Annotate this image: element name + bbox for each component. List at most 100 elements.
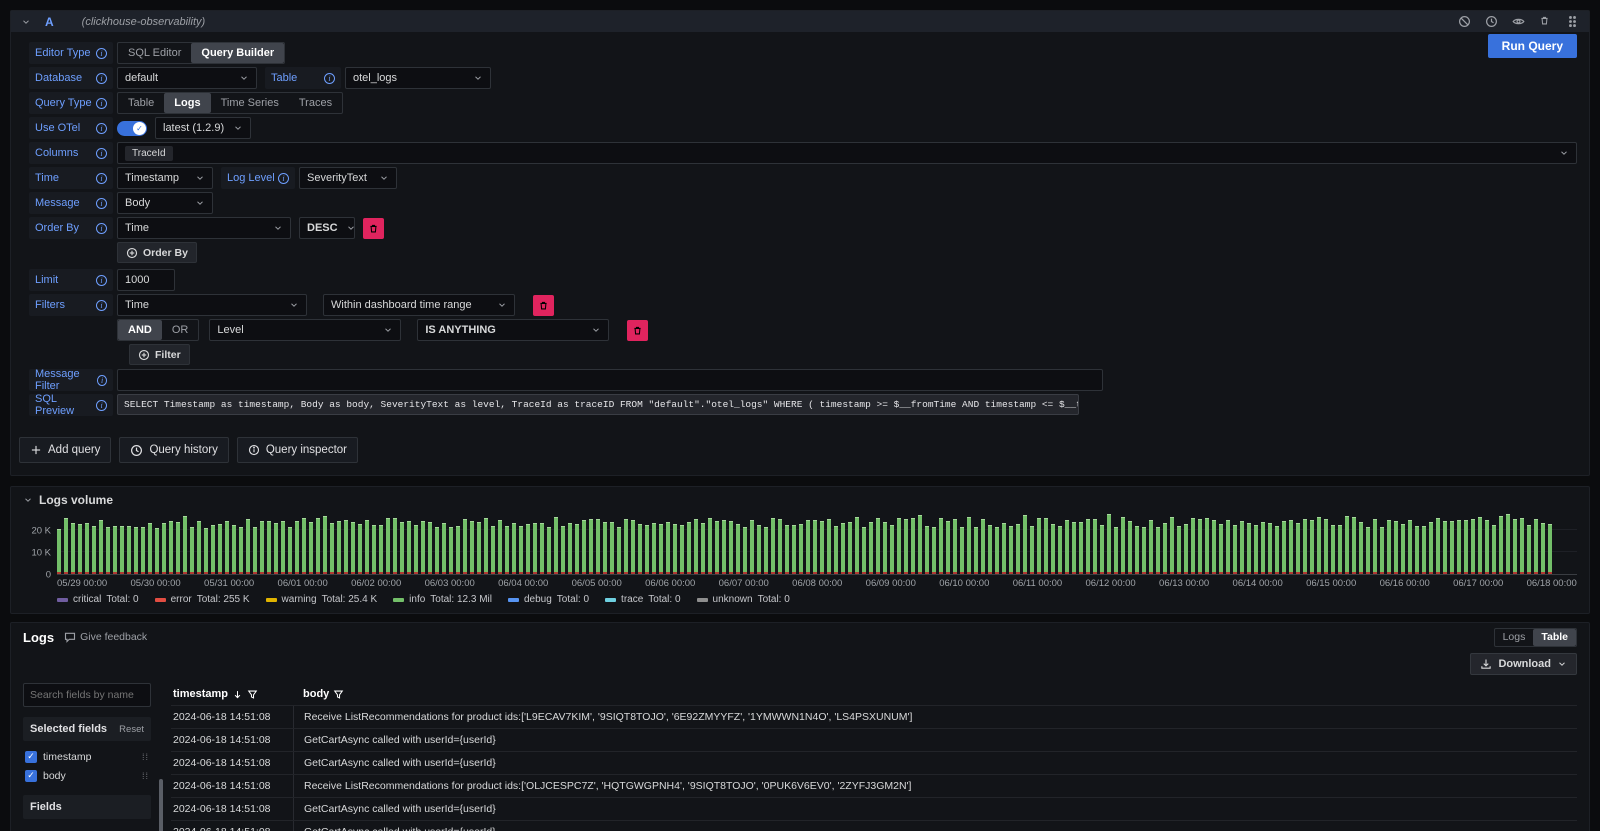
- run-query-button[interactable]: Run Query: [1488, 34, 1577, 58]
- search-fields-input[interactable]: [23, 683, 151, 707]
- selected-field-timestamp[interactable]: ✓ timestamp ⁞⁞: [23, 747, 151, 766]
- legend-item-trace[interactable]: traceTotal: 0: [605, 594, 680, 605]
- table-row[interactable]: 2024-06-18 14:51:08GetCartAsync called w…: [171, 797, 1577, 820]
- message-filter-input[interactable]: [117, 369, 1103, 391]
- info-icon[interactable]: i: [96, 173, 107, 184]
- table-row[interactable]: 2024-06-18 14:51:08GetCartAsync called w…: [171, 751, 1577, 774]
- drag-grip-icon[interactable]: ⁞⁞: [142, 771, 149, 781]
- info-icon[interactable]: i: [96, 400, 107, 411]
- field-level[interactable]: level 100%: [23, 827, 151, 831]
- checkbox-checked[interactable]: ✓: [25, 770, 37, 782]
- info-icon[interactable]: i: [96, 275, 107, 286]
- chevron-down-icon: [1557, 659, 1567, 669]
- editor-type-sql-editor[interactable]: SQL Editor: [118, 43, 191, 63]
- filter-condition-select[interactable]: Within dashboard time range: [323, 294, 515, 316]
- body-column-header[interactable]: body: [293, 688, 1577, 700]
- legend-item-error[interactable]: errorTotal: 255 K: [155, 594, 250, 605]
- order-by-field-select[interactable]: Time: [117, 217, 291, 239]
- query-type-time-series[interactable]: Time Series: [211, 93, 289, 113]
- message-column-select[interactable]: Body: [117, 192, 213, 214]
- collapse-chevron-icon[interactable]: [21, 17, 31, 27]
- otel-version-select[interactable]: latest (1.2.9): [155, 117, 251, 139]
- info-icon[interactable]: i: [96, 148, 107, 159]
- disable-query-icon[interactable]: [1458, 15, 1471, 28]
- add-query-button[interactable]: Add query: [19, 437, 111, 463]
- filter-field-select[interactable]: Time: [117, 294, 307, 316]
- sql-preview-text[interactable]: SELECT Timestamp as timestamp, Body as b…: [117, 394, 1079, 415]
- info-icon[interactable]: i: [96, 198, 107, 209]
- remove-level-filter-button[interactable]: [627, 320, 648, 341]
- info-icon[interactable]: i: [96, 73, 107, 84]
- info-icon[interactable]: i: [96, 123, 107, 134]
- columns-multiselect[interactable]: TraceId: [117, 142, 1577, 164]
- column-chip-traceid[interactable]: TraceId: [125, 146, 173, 161]
- query-history-button[interactable]: Query history: [119, 437, 228, 463]
- filter-funnel-icon[interactable]: [333, 689, 344, 700]
- give-feedback-link[interactable]: Give feedback: [64, 631, 147, 643]
- limit-input[interactable]: [117, 269, 175, 291]
- remove-order-by-button[interactable]: [363, 218, 384, 239]
- info-icon[interactable]: i: [96, 223, 107, 234]
- checkbox-checked[interactable]: ✓: [25, 751, 37, 763]
- drag-handle-icon[interactable]: [1566, 15, 1579, 28]
- legend-item-unknown[interactable]: unknownTotal: 0: [697, 594, 790, 605]
- query-row-header[interactable]: A (clickhouse-observability): [11, 11, 1589, 32]
- timestamp-column-header[interactable]: timestamp: [171, 688, 293, 700]
- info-icon[interactable]: i: [96, 98, 107, 109]
- view-table-option[interactable]: Table: [1533, 629, 1576, 646]
- filter-operator-select[interactable]: IS ANYTHING: [417, 319, 609, 341]
- info-icon[interactable]: i: [324, 73, 335, 84]
- database-select[interactable]: default: [117, 67, 257, 89]
- sort-desc-icon[interactable]: [232, 689, 243, 700]
- selected-field-body[interactable]: ✓ body ⁞⁞: [23, 766, 151, 785]
- history-clock-icon: [130, 444, 143, 457]
- table-row[interactable]: 2024-06-18 14:51:08GetCartAsync called w…: [171, 728, 1577, 751]
- query-type-table[interactable]: Table: [118, 93, 164, 113]
- table-select[interactable]: otel_logs: [345, 67, 491, 89]
- x-tick-label: 06/05 00:00: [572, 578, 622, 589]
- filter-level-select[interactable]: Level: [209, 319, 401, 341]
- log-level-select[interactable]: SeverityText: [299, 167, 397, 189]
- query-type-logs[interactable]: Logs: [164, 93, 210, 113]
- use-otel-toggle[interactable]: ✓: [117, 121, 147, 136]
- volume-bar: [1142, 527, 1146, 574]
- query-history-icon[interactable]: [1485, 15, 1498, 28]
- view-logs-option[interactable]: Logs: [1495, 629, 1534, 646]
- query-type-traces[interactable]: Traces: [289, 93, 342, 113]
- remove-query-icon[interactable]: [1539, 15, 1552, 28]
- table-row[interactable]: 2024-06-18 14:51:08Receive ListRecommend…: [171, 774, 1577, 797]
- hide-response-icon[interactable]: [1512, 15, 1525, 28]
- reset-button[interactable]: Reset: [119, 724, 144, 735]
- info-icon[interactable]: i: [278, 173, 289, 184]
- legend-item-debug[interactable]: debugTotal: 0: [508, 594, 589, 605]
- volume-bar: [1170, 517, 1174, 574]
- info-icon[interactable]: i: [96, 48, 107, 59]
- volume-bar: [246, 519, 250, 574]
- drag-grip-icon[interactable]: ⁞⁞: [142, 752, 149, 762]
- info-icon[interactable]: i: [97, 375, 107, 386]
- logs-volume-header[interactable]: Logs volume: [23, 493, 1577, 507]
- add-order-by-button[interactable]: Order By: [117, 242, 197, 263]
- table-row[interactable]: 2024-06-18 14:51:08Receive ListRecommend…: [171, 705, 1577, 728]
- volume-bar: [652, 523, 656, 574]
- legend-item-info[interactable]: infoTotal: 12.3 Mil: [393, 594, 492, 605]
- remove-filter-button[interactable]: [533, 295, 554, 316]
- volume-bar: [645, 525, 649, 574]
- time-column-select[interactable]: Timestamp: [117, 167, 213, 189]
- collapse-chevron-icon[interactable]: [23, 495, 33, 505]
- table-row[interactable]: 2024-06-18 14:51:08GetCartAsync called w…: [171, 820, 1577, 831]
- download-button[interactable]: Download: [1470, 653, 1577, 675]
- info-icon[interactable]: i: [96, 300, 107, 311]
- query-inspector-button[interactable]: Query inspector: [237, 437, 358, 463]
- sidebar-scrollbar[interactable]: [159, 683, 163, 831]
- and-option[interactable]: AND: [118, 320, 162, 340]
- or-option[interactable]: OR: [162, 320, 199, 340]
- legend-item-warning[interactable]: warningTotal: 25.4 K: [266, 594, 378, 605]
- legend-item-critical[interactable]: criticalTotal: 0: [57, 594, 139, 605]
- filter-funnel-icon[interactable]: [247, 689, 258, 700]
- volume-bar: [197, 521, 201, 575]
- order-by-direction-select[interactable]: DESC: [299, 217, 355, 239]
- volume-bar: [1429, 522, 1433, 574]
- add-filter-button[interactable]: Filter: [129, 344, 190, 365]
- editor-type-query-builder[interactable]: Query Builder: [191, 43, 284, 63]
